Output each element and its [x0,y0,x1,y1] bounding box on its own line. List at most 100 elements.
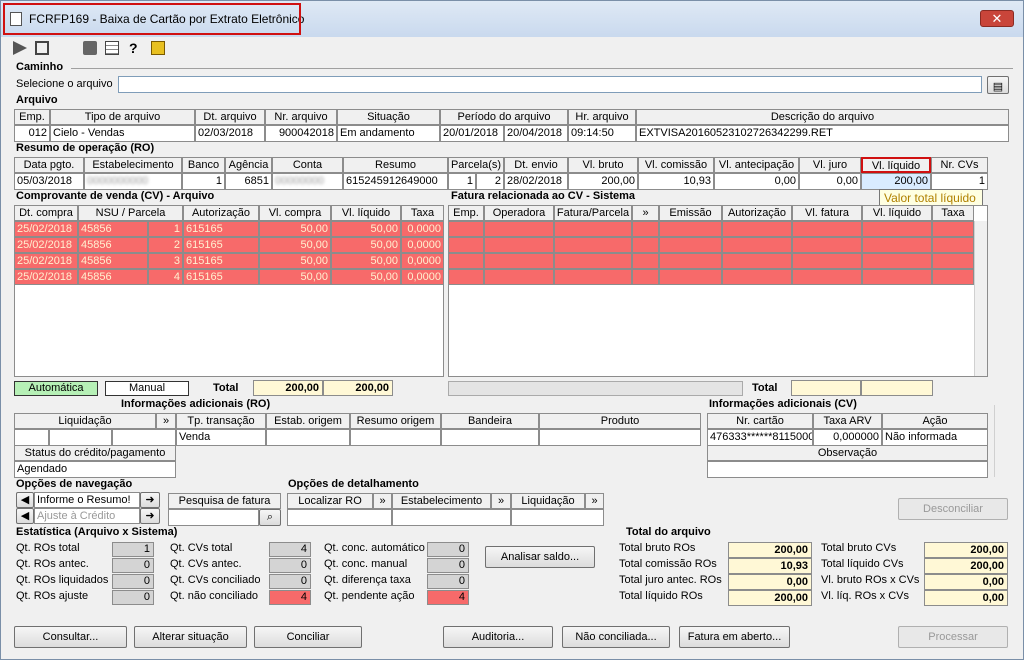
fatura-cell[interactable] [448,237,484,253]
cell-descricao[interactable]: EXTVISA20160523102726342299.RET [636,125,1009,142]
fatura-cell[interactable] [722,269,792,285]
cv-cell[interactable]: 50,00 [331,237,401,253]
cell-parcela-1[interactable]: 1 [448,173,476,190]
cell-banco[interactable]: 1 [182,173,225,190]
consultar-button[interactable]: Consultar... [14,626,127,648]
fatura-aberto-button[interactable]: Fatura em aberto... [679,626,790,648]
cv-cell[interactable]: 0,0000 [401,269,444,285]
fatura-cell[interactable] [484,269,554,285]
fatura-cell[interactable] [554,221,632,237]
nav-prev-button-2[interactable]: ◀ [16,508,34,524]
cell-situacao[interactable]: Em andamento [337,125,440,142]
detalhe-cell-3[interactable] [511,509,604,526]
fatura-scrollbar[interactable] [974,221,987,376]
fatura-cell[interactable] [722,237,792,253]
cell-agencia[interactable]: 6851 [225,173,272,190]
fatura-cell[interactable] [932,221,974,237]
cv-cell[interactable]: 50,00 [259,221,331,237]
detalhe-localizar-ro[interactable]: Localizar RO [287,493,373,509]
copy-icon[interactable] [35,41,49,55]
cell-liq-3[interactable] [112,429,176,446]
cv-cell[interactable]: 45856 [78,237,148,253]
cell-taxa-arv[interactable]: 0,000000 [813,429,882,446]
desconciliar-button[interactable]: Desconciliar [898,498,1008,520]
status-value[interactable]: Agendado [14,461,176,478]
cv-cell[interactable]: 25/02/2018 [14,221,78,237]
detalhe-estabelecimento[interactable]: Estabelecimento [392,493,491,509]
nav-item-2[interactable]: Ajuste à Crédito [34,508,140,524]
fatura-cell[interactable] [632,237,659,253]
cv-cell[interactable]: 1 [148,221,183,237]
nav-next-button-2[interactable]: ➜ [140,508,160,524]
cv-cell[interactable]: 615165 [183,253,259,269]
cell-periodo-ini[interactable]: 20/01/2018 [440,125,504,142]
cv-cell[interactable]: 50,00 [331,221,401,237]
cell-bandeira[interactable] [441,429,539,446]
cell-vl-liquido[interactable]: 200,00 [861,173,931,190]
detalhe-liquidacao[interactable]: Liquidação [511,493,585,509]
close-button[interactable]: ✕ [980,10,1014,27]
fatura-cell[interactable] [722,221,792,237]
cv-cell[interactable]: 50,00 [259,237,331,253]
fatura-cell[interactable] [862,221,932,237]
cv-cell[interactable]: 25/02/2018 [14,253,78,269]
cell-liq-2[interactable] [49,429,112,446]
cv-cell[interactable]: 615165 [183,237,259,253]
cv-cell[interactable]: 45856 [78,253,148,269]
fatura-cell[interactable] [932,269,974,285]
cv-cell[interactable]: 0,0000 [401,237,444,253]
fatura-cell[interactable] [659,253,722,269]
col-f-expand[interactable]: » [632,205,659,221]
cell-emp[interactable]: 012 [14,125,50,142]
cell-data-pgto[interactable]: 05/03/2018 [14,173,84,190]
browse-button[interactable]: ▤ [987,76,1009,94]
fatura-cell[interactable] [448,269,484,285]
cv-cell[interactable]: 25/02/2018 [14,237,78,253]
conciliar-button[interactable]: Conciliar [254,626,362,648]
fatura-cell[interactable] [932,253,974,269]
cell-liq-1[interactable] [14,429,49,446]
fatura-cell[interactable] [792,253,862,269]
nav-item-1[interactable]: Informe o Resumo! [34,492,140,508]
cell-resumo-origem[interactable] [350,429,441,446]
cv-cell[interactable]: 3 [148,253,183,269]
cell-tp-transacao[interactable]: Venda [176,429,266,446]
detalhe-expand-1[interactable]: » [373,493,392,509]
cell-estab-origem[interactable] [266,429,350,446]
auditoria-button[interactable]: Auditoria... [443,626,553,648]
fatura-cell[interactable] [862,237,932,253]
cv-cell[interactable]: 45856 [78,269,148,285]
cv-cell[interactable]: 45856 [78,221,148,237]
fatura-cell[interactable] [659,237,722,253]
cell-tipo[interactable]: Cielo - Vendas [50,125,195,142]
cell-produto[interactable] [539,429,701,446]
fatura-cell[interactable] [554,237,632,253]
cv-cell[interactable]: 2 [148,237,183,253]
fatura-cell[interactable] [448,221,484,237]
col-info-expand[interactable]: » [156,413,176,429]
cell-resumo[interactable]: 615245912649000 [343,173,448,190]
fatura-cell[interactable] [659,221,722,237]
cell-dt-arquivo[interactable]: 02/03/2018 [195,125,265,142]
cv-cell[interactable]: 25/02/2018 [14,269,78,285]
fatura-cell[interactable] [792,237,862,253]
cell-acao[interactable]: Não informada [882,429,988,446]
nav-prev-button[interactable]: ◀ [16,492,34,508]
cv-cell[interactable]: 50,00 [259,269,331,285]
info-cv-scrollbar[interactable] [994,405,1007,477]
observacao-field[interactable] [707,461,988,478]
fatura-cell[interactable] [554,269,632,285]
help-icon[interactable]: ? [129,41,143,55]
cv-cell[interactable]: 0,0000 [401,253,444,269]
cell-nr-cartao[interactable]: 476333******8115000 [707,429,813,446]
analisar-saldo-button[interactable]: Analisar saldo... [485,546,595,568]
fatura-cell[interactable] [484,221,554,237]
file-path-input[interactable] [118,76,982,93]
fatura-cell[interactable] [484,237,554,253]
exit-icon[interactable] [151,41,165,55]
processar-button[interactable]: Processar [898,626,1008,648]
cell-vl-comissao[interactable]: 10,93 [638,173,714,190]
cv-cell[interactable]: 50,00 [331,269,401,285]
cell-vl-juro[interactable]: 0,00 [799,173,861,190]
cell-parcela-2[interactable]: 2 [476,173,504,190]
